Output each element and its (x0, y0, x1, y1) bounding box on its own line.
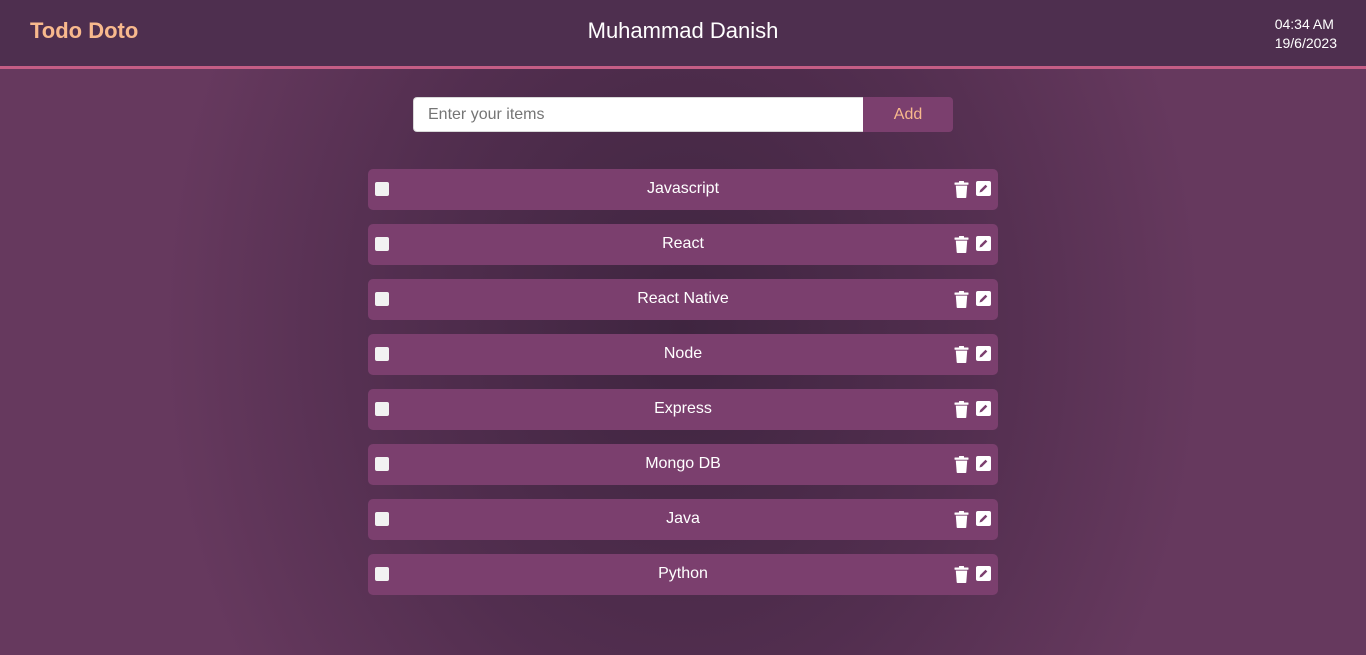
todo-label: Mongo DB (645, 455, 721, 472)
todo-label: React Native (637, 290, 729, 307)
todo-label: React (662, 235, 704, 252)
add-button[interactable]: Add (863, 97, 953, 132)
trash-icon[interactable] (954, 401, 969, 418)
edit-icon[interactable] (976, 511, 991, 526)
current-time: 04:34 AM (1274, 16, 1334, 32)
edit-icon[interactable] (976, 346, 991, 361)
todo-item: Express (368, 389, 998, 430)
todo-item: Node (368, 334, 998, 375)
trash-icon[interactable] (954, 236, 969, 253)
todo-item: React (368, 224, 998, 265)
current-date: 19/6/2023 (1274, 35, 1337, 51)
edit-icon[interactable] (976, 456, 991, 471)
edit-icon[interactable] (976, 236, 991, 251)
edit-icon[interactable] (976, 291, 991, 306)
todo-item: Javascript (368, 169, 998, 210)
user-name: Muhammad Danish (587, 18, 779, 43)
todo-item: Mongo DB (368, 444, 998, 485)
trash-icon[interactable] (954, 511, 969, 528)
trash-icon[interactable] (954, 346, 969, 363)
todo-label: Node (663, 345, 703, 362)
todo-item: Java (368, 499, 998, 540)
edit-icon[interactable] (976, 181, 991, 196)
trash-icon[interactable] (954, 291, 969, 308)
trash-icon[interactable] (954, 181, 969, 198)
app-header: Todo Doto Muhammad Danish 04:34 AM 19/6/… (0, 0, 1366, 69)
todo-list: Javascript React React Native Node Expre… (368, 169, 998, 609)
trash-icon[interactable] (954, 456, 969, 473)
add-item-form: Add (413, 97, 953, 132)
edit-icon[interactable] (976, 566, 991, 581)
todo-label: Express (654, 400, 712, 417)
edit-icon[interactable] (976, 401, 991, 416)
todo-label: Javascript (646, 180, 720, 197)
trash-icon[interactable] (954, 566, 969, 583)
todo-item: React Native (368, 279, 998, 320)
item-input[interactable] (413, 97, 863, 132)
datetime-display: 04:34 AM 19/6/2023 (1275, 15, 1337, 53)
todo-label: Python (658, 565, 708, 582)
todo-label: Java (666, 510, 700, 527)
todo-item: Python (368, 554, 998, 595)
